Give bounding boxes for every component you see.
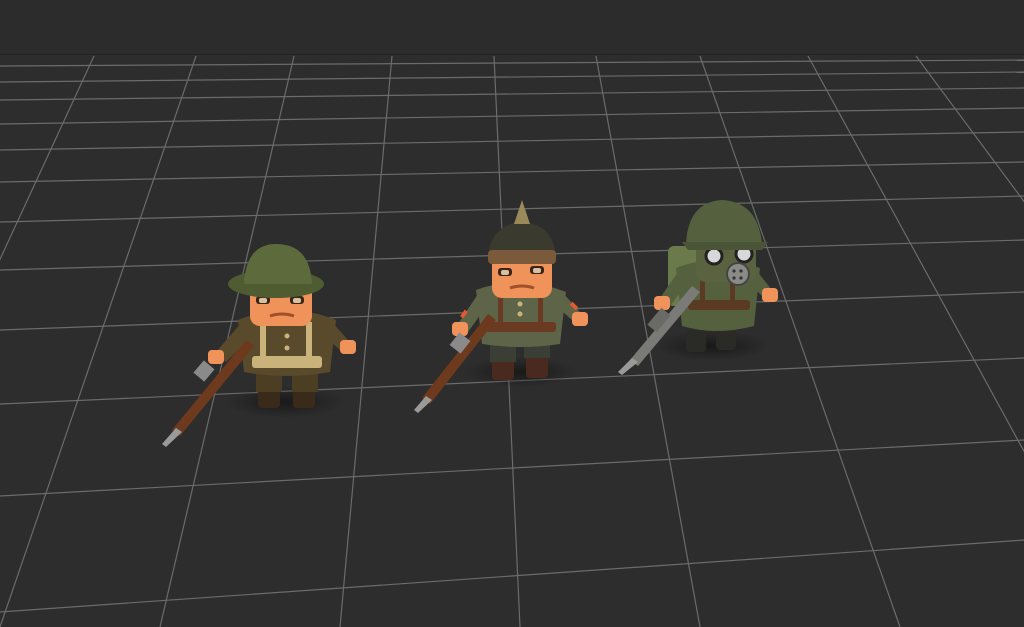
right-hand [762,288,778,302]
belt [688,300,750,310]
left-boot [686,330,706,352]
left-hand [654,296,670,310]
right-boot [716,328,736,350]
character-shadow [654,331,770,361]
scene-canvas[interactable] [0,0,1024,627]
gas-mask-eye-left [704,246,724,266]
character-shadow [462,357,578,387]
right-hand [572,312,588,326]
right-hand [340,340,356,354]
character-shadow [225,386,345,418]
left-hand [208,350,224,364]
belt [486,322,556,332]
gas-mask-filter-icon [726,262,750,286]
game-viewport[interactable] [0,0,1024,627]
